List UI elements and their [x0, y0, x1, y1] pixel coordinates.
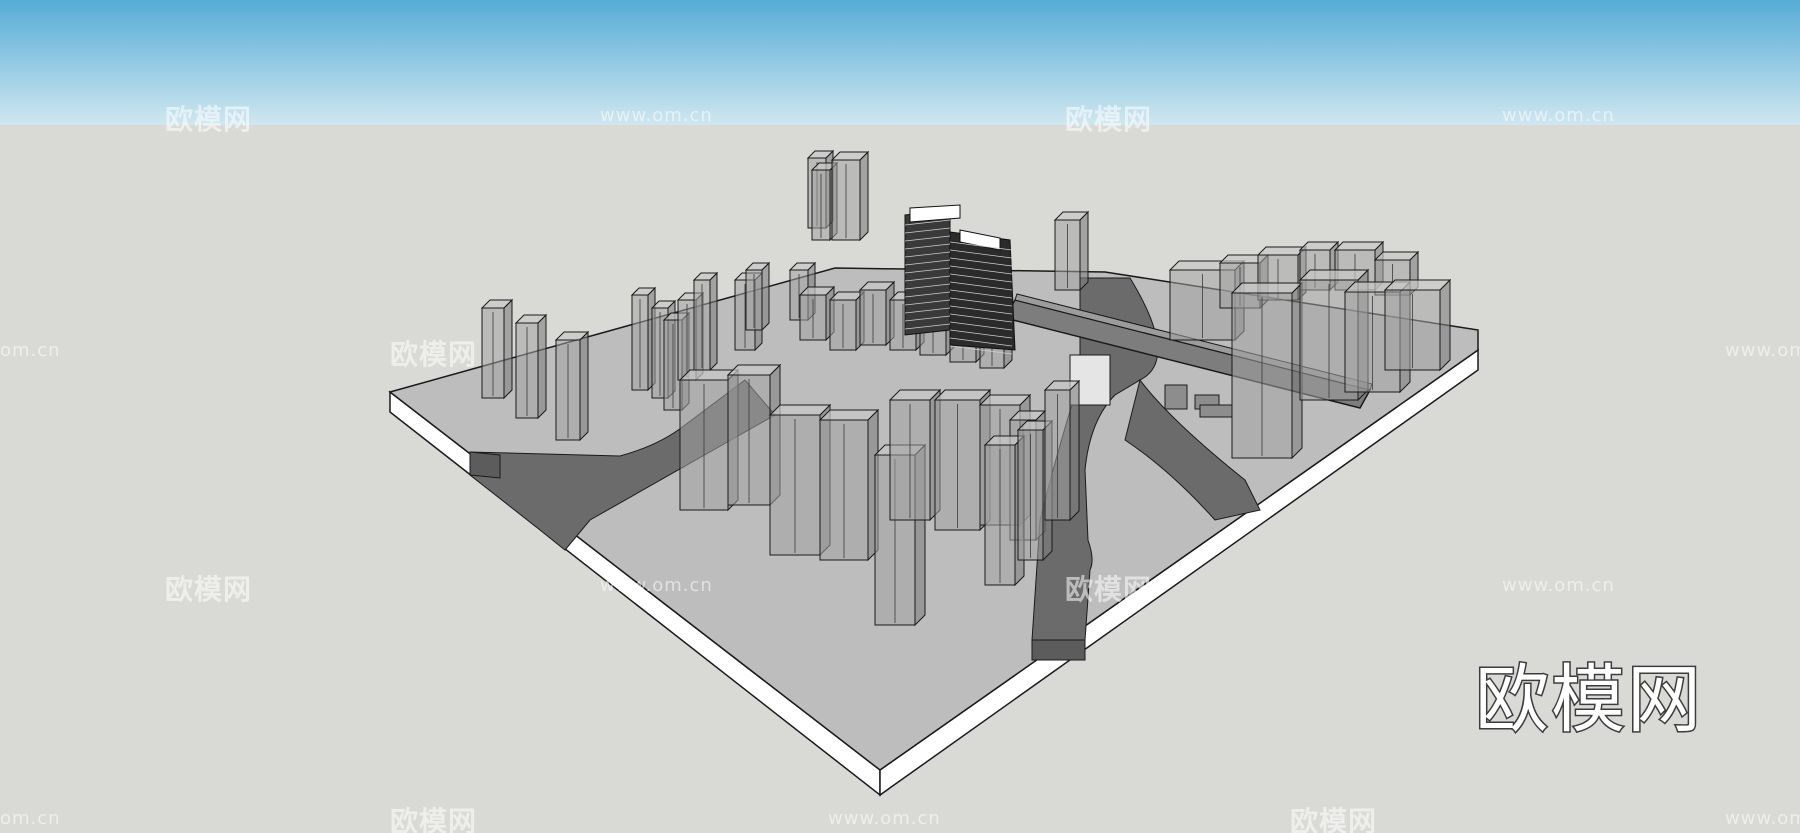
tower-roof [1333, 241, 1385, 251]
tower-side [859, 150, 869, 242]
tower-side [709, 271, 718, 372]
tower-side [1079, 210, 1089, 292]
podium-block [1164, 384, 1188, 410]
tower-side [579, 330, 589, 442]
tower-roof [1373, 251, 1420, 261]
tower-roof [933, 389, 992, 401]
tower-side [761, 261, 770, 332]
road-cut-left [469, 451, 501, 479]
tower-roof [726, 364, 782, 376]
tower-roof [1298, 269, 1370, 281]
sketchup-viewport[interactable]: 欧模网 www.om.cn 欧模网 www.om.cn om.cn 欧模网 ww… [0, 0, 1800, 833]
podium-block [1199, 404, 1233, 418]
tower-roof [1256, 246, 1308, 256]
tower-side [503, 298, 513, 400]
tower-roof [818, 409, 880, 421]
tower-roof [1383, 279, 1452, 291]
brand-logo: 欧模网 [1474, 656, 1703, 745]
tower-side [1439, 278, 1451, 372]
tower-roof [768, 404, 832, 416]
tower-roof [1230, 282, 1304, 294]
sky [0, 0, 1800, 125]
tower-side [537, 313, 547, 420]
tower-side [1069, 379, 1080, 522]
road-cut-bottom [1031, 639, 1086, 661]
